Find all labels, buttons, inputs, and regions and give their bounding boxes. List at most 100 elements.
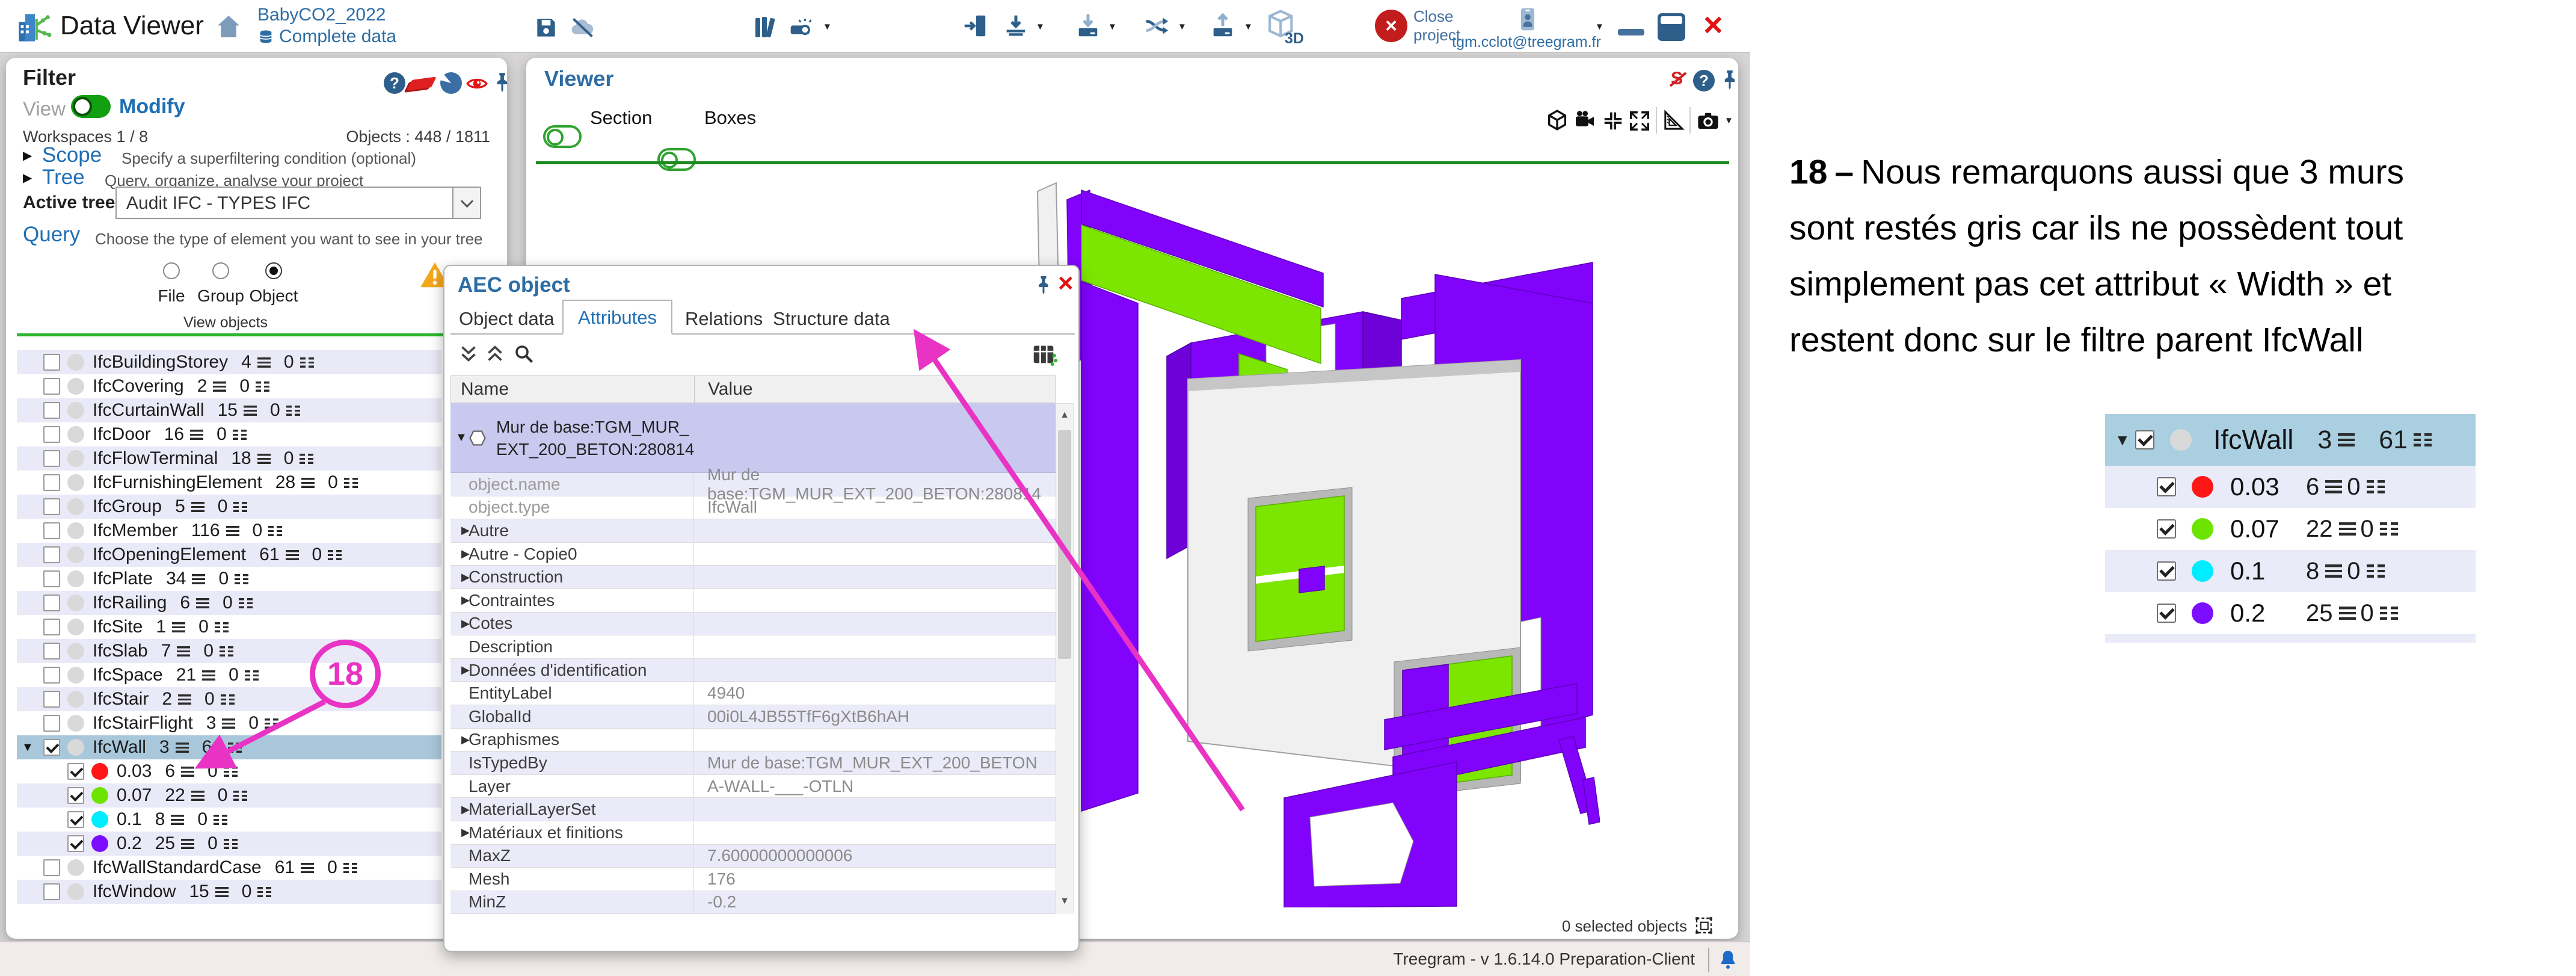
tree-row-checkbox[interactable]: [43, 378, 60, 395]
tab-structure-data[interactable]: Structure data: [773, 308, 890, 330]
tree-row[interactable]: IfcWindow150: [17, 880, 441, 904]
download-tray-icon[interactable]: [1002, 12, 1030, 40]
radio-button[interactable]: [265, 262, 282, 279]
row-expander-icon[interactable]: ▶: [450, 524, 469, 537]
home-icon[interactable]: [214, 12, 243, 41]
tree-row-checkbox[interactable]: [43, 595, 60, 611]
attribute-row[interactable]: IsTypedByMur de base:TGM_MUR_EXT_200_BET…: [450, 752, 1056, 775]
tree-row-checkbox[interactable]: [43, 643, 60, 659]
project-subtitle[interactable]: Complete data: [257, 26, 396, 47]
radio-button[interactable]: [212, 262, 229, 279]
tree-row[interactable]: 0.07220: [17, 783, 441, 808]
query-section-label[interactable]: Query: [23, 223, 80, 247]
ifcwall-child-row[interactable]: 0.07220: [2105, 508, 2476, 550]
tree-row[interactable]: IfcSite10: [17, 615, 441, 639]
tab-object-data[interactable]: Object data: [459, 308, 555, 330]
viewer-video-icon[interactable]: [1573, 108, 1597, 132]
tree-row[interactable]: IfcDoor160: [17, 422, 441, 446]
upload-caret-icon[interactable]: ▼: [1244, 22, 1253, 32]
tree-row[interactable]: IfcWallStandardCase610: [17, 856, 441, 880]
scroll-down-button[interactable]: ▼: [1056, 890, 1073, 913]
aec-pin-icon[interactable]: [1033, 274, 1054, 296]
tree-row[interactable]: IfcGroup50: [17, 495, 441, 519]
radio-button[interactable]: [163, 262, 180, 279]
scroll-up-button[interactable]: ▲: [1056, 404, 1073, 427]
column-header-value[interactable]: Value: [694, 376, 1055, 403]
measure-icon[interactable]: [1662, 108, 1686, 132]
attribute-row[interactable]: ▶Contraintes: [450, 589, 1056, 613]
filter-piechart-icon[interactable]: [440, 72, 462, 94]
tree-row[interactable]: IfcStairFlight30: [17, 711, 441, 735]
scrollbar-thumb[interactable]: [1058, 430, 1071, 659]
project-name[interactable]: BabyCO2_2022: [257, 5, 386, 25]
close-project-button[interactable]: ×: [1375, 10, 1407, 42]
tree-row-checkbox[interactable]: [43, 667, 60, 684]
tree-row[interactable]: 0.2250: [17, 832, 441, 856]
tree-section-label[interactable]: Tree: [42, 165, 85, 190]
active-tree-dropdown-button[interactable]: [452, 188, 480, 218]
expander-icon[interactable]: ▼: [17, 741, 43, 755]
ifcwall-header-row[interactable]: ▼ IfcWall 3 61: [2105, 414, 2476, 466]
filter-eraser-icon[interactable]: [407, 76, 437, 90]
row-expander-icon[interactable]: ▶: [450, 803, 469, 816]
attribute-row[interactable]: EntityLabel4940: [450, 682, 1056, 705]
tree-row[interactable]: IfcPlate340: [17, 567, 441, 591]
tree-row-checkbox[interactable]: [67, 787, 84, 804]
attribute-row[interactable]: GlobalId00i0L4JB55TfF6gXtB6hAH: [450, 705, 1056, 729]
tree-row[interactable]: IfcSlab70: [17, 639, 441, 663]
projector-caret-icon[interactable]: ▼: [823, 22, 832, 32]
tree-row-checkbox[interactable]: [67, 763, 84, 780]
tree-row-checkbox[interactable]: [43, 859, 60, 876]
fullscreen-icon[interactable]: [1628, 110, 1651, 132]
viewer-help-icon[interactable]: ?: [1693, 70, 1715, 91]
viewer-pin-icon[interactable]: [1718, 69, 1741, 91]
ifcwall-child-row[interactable]: 0.0360: [2105, 466, 2476, 508]
tree-row-checkbox[interactable]: [43, 691, 60, 708]
attribute-row[interactable]: MaxZ7.60000000000006: [450, 845, 1056, 868]
notifications-bell-icon[interactable]: [1717, 948, 1739, 971]
scope-expander-icon[interactable]: ▶: [23, 148, 32, 163]
attribute-row[interactable]: ▶Autre - Copie0: [450, 543, 1056, 566]
row-expander-icon[interactable]: ▶: [450, 571, 469, 584]
checkbox[interactable]: [2157, 604, 2176, 623]
tree-row[interactable]: IfcFurnishingElement280: [17, 471, 441, 495]
expander-icon[interactable]: ▼: [2105, 431, 2135, 449]
tree-row[interactable]: IfcCovering20: [17, 374, 441, 398]
checkbox[interactable]: [2135, 430, 2154, 449]
expand-all-icon[interactable]: [484, 343, 506, 365]
filter-help-icon[interactable]: ?: [384, 72, 405, 94]
tree-row-checkbox[interactable]: [43, 739, 60, 756]
tree-row-checkbox[interactable]: [43, 619, 60, 635]
tree-row[interactable]: IfcOpeningElement610: [17, 543, 441, 567]
tree-row[interactable]: 0.0360: [17, 759, 441, 783]
ifcwall-child-row[interactable]: 0.180: [2105, 550, 2476, 592]
checkbox[interactable]: [2157, 519, 2176, 539]
filter-pin-icon[interactable]: [491, 71, 514, 94]
viewer-cube-icon[interactable]: [1545, 108, 1569, 132]
zoom-fit-icon[interactable]: [1602, 110, 1625, 132]
user-badge-icon[interactable]: [1514, 4, 1541, 35]
boxes-toggle[interactable]: [657, 148, 696, 171]
tree-expander-icon[interactable]: ▶: [23, 170, 32, 185]
attribute-row[interactable]: ▶Construction: [450, 566, 1056, 589]
tree-row[interactable]: 0.180: [17, 808, 441, 832]
table-export-icon[interactable]: [1030, 341, 1058, 368]
cloud-offline-icon[interactable]: [565, 14, 599, 41]
close-window-button[interactable]: ×: [1703, 5, 1723, 44]
tree-row-checkbox[interactable]: [67, 835, 84, 852]
row-expander-icon[interactable]: ▼: [450, 431, 467, 445]
minimize-button[interactable]: [1618, 29, 1644, 36]
aec-scrollbar[interactable]: ▲ ▼: [1056, 403, 1074, 913]
tree-row-checkbox[interactable]: [43, 450, 60, 467]
tree-row[interactable]: IfcFlowTerminal180: [17, 446, 441, 471]
tree-row[interactable]: IfcBuildingStorey40: [17, 350, 441, 374]
tree-row-checkbox[interactable]: [43, 546, 60, 563]
filter-eye-icon[interactable]: [466, 72, 488, 95]
attribute-row[interactable]: MinZ-0.2: [450, 891, 1056, 915]
tree-row-checkbox[interactable]: [43, 570, 60, 587]
column-header-name[interactable]: Name: [451, 379, 694, 400]
view-modify-toggle[interactable]: [71, 95, 111, 118]
tree-row[interactable]: ▼IfcWall361: [17, 735, 441, 759]
attribute-row[interactable]: ▶Cotes: [450, 613, 1056, 636]
selection-box-icon[interactable]: [1693, 915, 1715, 936]
